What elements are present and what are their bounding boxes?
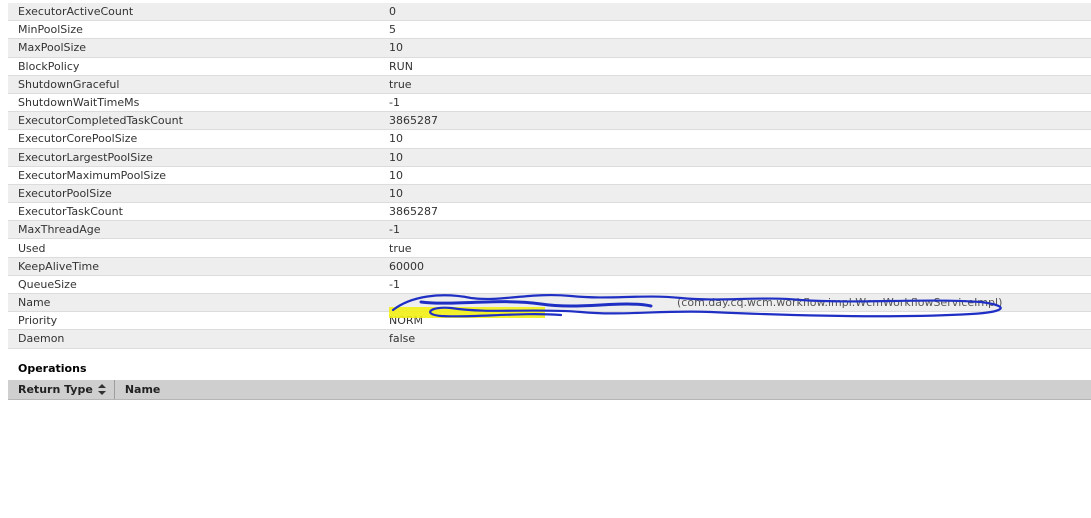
attribute-row: MaxThreadAge -1 [8, 220, 1091, 240]
attribute-name: ShutdownGraceful [8, 75, 379, 94]
attribute-value: false [379, 329, 1091, 349]
attribute-name: KeepAliveTime [8, 257, 379, 276]
attribute-name: MaxThreadAge [8, 220, 379, 240]
attribute-name: ExecutorMaximumPoolSize [8, 166, 379, 185]
attribute-name: MinPoolSize [8, 20, 379, 40]
attribute-row: BlockPolicy RUN [8, 57, 1091, 76]
attribute-name: ExecutorCompletedTaskCount [8, 111, 379, 131]
attribute-row: ExecutorLargestPoolSize 10 [8, 148, 1091, 167]
attributes-table: ExecutorActiveCount 0 MinPoolSize 5 MaxPoolS… [8, 3, 1091, 349]
attribute-name: ExecutorCorePoolSize [8, 129, 379, 149]
attribute-name: Daemon [8, 329, 379, 349]
attribute-name: Used [8, 238, 379, 258]
attribute-name: ExecutorTaskCount [8, 202, 379, 222]
attribute-name: ExecutorPoolSize [8, 184, 379, 204]
column-header-return-type[interactable]: Return Type [8, 380, 115, 399]
attribute-value: -1 [379, 93, 1091, 113]
attribute-value: 10 [379, 129, 1091, 149]
attribute-value: 10 [379, 148, 1091, 167]
attribute-name: ExecutorLargestPoolSize [8, 148, 379, 167]
attribute-name: ExecutorActiveCount [8, 3, 379, 22]
attribute-value: 10 [379, 38, 1091, 58]
attribute-row: Daemon false [8, 329, 1091, 349]
attribute-value: (com.day.cq.wcm.workflow.impl.WcmWorkflo… [379, 293, 1091, 313]
attribute-value: -1 [379, 275, 1091, 295]
attribute-row: MaxPoolSize 10 [8, 38, 1091, 58]
attribute-row: ExecutorPoolSize 10 [8, 184, 1091, 204]
attribute-row: ShutdownGraceful true [8, 75, 1091, 94]
attribute-value: true [379, 238, 1091, 258]
attribute-row: ExecutorMaximumPoolSize 10 [8, 166, 1091, 185]
attribute-name: Priority [8, 311, 379, 331]
attribute-value: 10 [379, 166, 1091, 185]
attribute-row: ExecutorActiveCount 0 [8, 3, 1091, 22]
attribute-row: KeepAliveTime 60000 [8, 257, 1091, 276]
sort-icon[interactable] [97, 384, 106, 395]
attribute-value: -1 [379, 220, 1091, 240]
attribute-row: ShutdownWaitTimeMs -1 [8, 93, 1091, 113]
attribute-name: ShutdownWaitTimeMs [8, 93, 379, 113]
attribute-name: Name [8, 293, 379, 313]
attribute-value: 3865287 [379, 202, 1091, 222]
attribute-value: 3865287 [379, 111, 1091, 131]
attribute-row: ExecutorTaskCount 3865287 [8, 202, 1091, 222]
attribute-value: RUN [379, 57, 1091, 76]
attribute-row: ExecutorCorePoolSize 10 [8, 129, 1091, 149]
attribute-name: BlockPolicy [8, 57, 379, 76]
attribute-name: QueueSize [8, 275, 379, 295]
attribute-row: QueueSize -1 [8, 275, 1091, 295]
attribute-row: ExecutorCompletedTaskCount 3865287 [8, 111, 1091, 131]
attribute-value: 0 [379, 3, 1091, 22]
attribute-value: true [379, 75, 1091, 94]
attribute-row: Priority NORM [8, 311, 1091, 331]
attribute-value: 10 [379, 184, 1091, 204]
attribute-row: MinPoolSize 5 [8, 20, 1091, 40]
column-header-label: Return Type [18, 383, 93, 396]
attribute-value: 5 [379, 20, 1091, 40]
attributes-table-body: ExecutorActiveCount 0 MinPoolSize 5 MaxPoolS… [8, 3, 1091, 349]
attribute-row: Used true [8, 238, 1091, 258]
operations-table-header: Return Type Name [8, 380, 1091, 400]
column-header-name[interactable]: Name [115, 380, 169, 399]
attribute-name: MaxPoolSize [8, 38, 379, 58]
attribute-value: 60000 [379, 257, 1091, 276]
attribute-row: Name (com.day.cq.wcm.workflow.impl.WcmWor… [8, 293, 1091, 313]
column-header-label: Name [124, 383, 161, 396]
attribute-value: NORM [379, 311, 1091, 331]
operations-title: Operations [18, 362, 87, 375]
